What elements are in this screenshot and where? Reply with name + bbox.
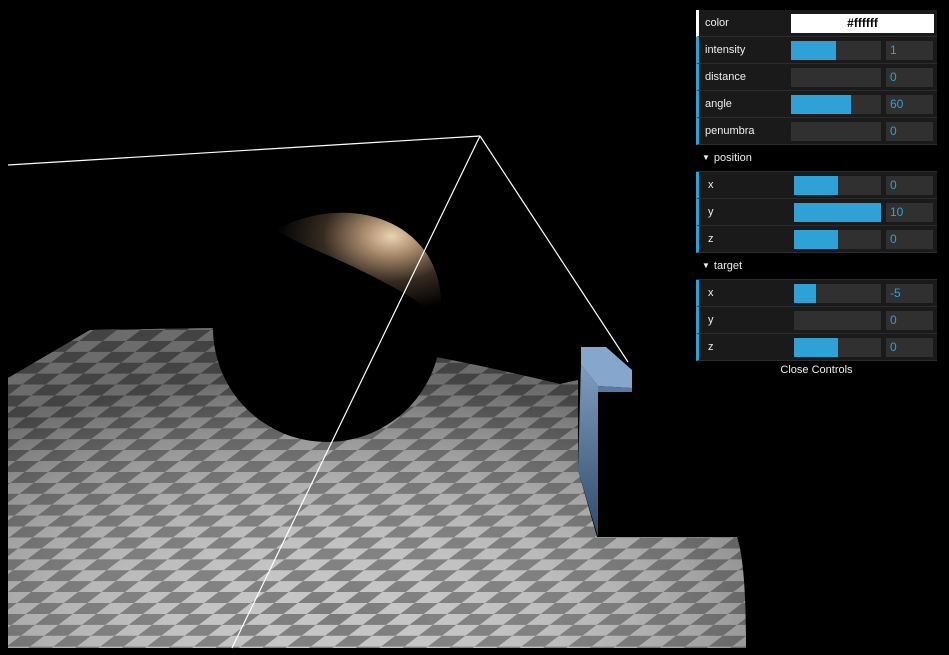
- position-z-slider[interactable]: [794, 230, 881, 249]
- position-y-label: y: [708, 206, 714, 218]
- controls-panel: color #ffffff intensity 1 distance 0 ang…: [696, 10, 937, 379]
- angle-label: angle: [705, 98, 732, 110]
- caret-down-icon: ▼: [702, 261, 710, 270]
- intensity-slider[interactable]: [791, 41, 881, 60]
- position-x-input[interactable]: 0: [886, 176, 933, 195]
- position-z-input[interactable]: 0: [886, 230, 933, 249]
- position-z-control: z 0: [696, 226, 937, 253]
- color-label: color: [705, 17, 729, 29]
- target-z-slider[interactable]: [794, 338, 881, 357]
- target-y-input[interactable]: 0: [886, 311, 933, 330]
- position-folder-toggle[interactable]: ▼ position: [696, 145, 937, 172]
- target-y-control: y 0: [696, 307, 937, 334]
- target-z-control: z 0: [696, 334, 937, 361]
- penumbra-label: penumbra: [705, 125, 755, 137]
- distance-slider[interactable]: [791, 68, 881, 87]
- close-controls-button[interactable]: Close Controls: [696, 361, 937, 379]
- position-y-slider[interactable]: [794, 203, 881, 222]
- penumbra-control: penumbra 0: [696, 118, 937, 145]
- intensity-label: intensity: [705, 44, 746, 56]
- distance-control: distance 0: [696, 64, 937, 91]
- target-folder-title: target: [713, 260, 743, 272]
- angle-control: angle 60: [696, 91, 937, 118]
- target-z-input[interactable]: 0: [886, 338, 933, 357]
- distance-label: distance: [705, 71, 746, 83]
- position-z-label: z: [708, 233, 714, 245]
- position-x-label: x: [708, 179, 714, 191]
- target-y-label: y: [708, 314, 714, 326]
- target-x-control: x -5: [696, 280, 937, 307]
- position-x-slider[interactable]: [794, 176, 881, 195]
- color-control: color #ffffff: [696, 10, 937, 37]
- target-z-label: z: [708, 341, 714, 353]
- target-folder-toggle[interactable]: ▼ target: [696, 253, 937, 280]
- position-folder-title: position: [713, 152, 752, 164]
- position-y-control: y 10: [696, 199, 937, 226]
- distance-input[interactable]: 0: [886, 68, 933, 87]
- intensity-control: intensity 1: [696, 37, 937, 64]
- target-x-input[interactable]: -5: [886, 284, 933, 303]
- penumbra-slider[interactable]: [791, 122, 881, 141]
- angle-input[interactable]: 60: [886, 95, 933, 114]
- position-x-control: x 0: [696, 172, 937, 199]
- angle-slider[interactable]: [791, 95, 881, 114]
- target-x-label: x: [708, 287, 714, 299]
- color-input[interactable]: #ffffff: [791, 14, 934, 33]
- caret-down-icon: ▼: [702, 153, 710, 162]
- position-y-input[interactable]: 10: [886, 203, 933, 222]
- intensity-input[interactable]: 1: [886, 41, 933, 60]
- penumbra-input[interactable]: 0: [886, 122, 933, 141]
- target-y-slider[interactable]: [794, 311, 881, 330]
- target-x-slider[interactable]: [794, 284, 881, 303]
